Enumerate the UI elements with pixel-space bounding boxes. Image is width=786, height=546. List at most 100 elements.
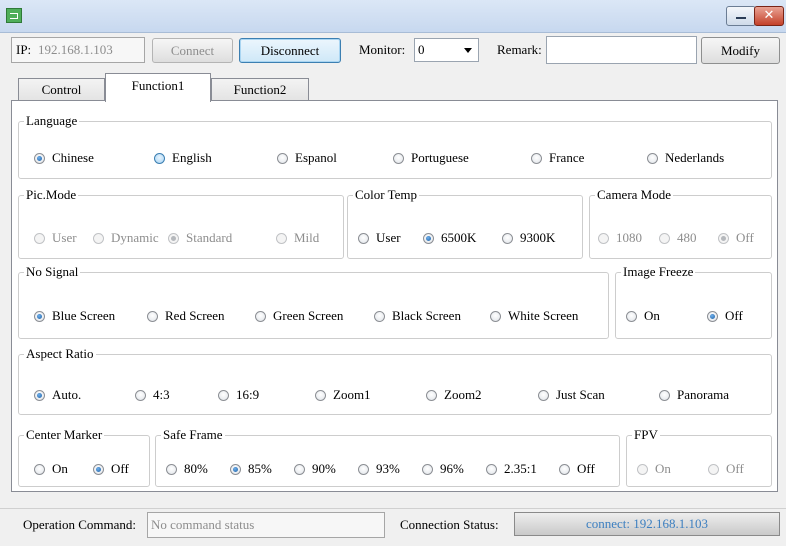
radio-france[interactable]: France [531, 150, 584, 166]
connect-button[interactable]: Connect [152, 38, 233, 63]
radio-nederlands[interactable]: Nederlands [647, 150, 724, 166]
radio-icon [531, 152, 542, 164]
radio-label: User [376, 230, 401, 245]
radio-icon [93, 232, 104, 244]
radio-icon [426, 389, 437, 401]
radio-english[interactable]: English [154, 150, 212, 166]
tab-panel: Language Chinese English Espanol Portugu… [11, 100, 778, 492]
radio-portuguese[interactable]: Portuguese [393, 150, 469, 166]
radio-cam-1080[interactable]: 1080 [598, 230, 642, 246]
group-title: Camera Mode [595, 187, 674, 203]
monitor-label: Monitor: [359, 42, 406, 57]
radio-icon [598, 232, 609, 244]
radio-marker-on[interactable]: On [34, 461, 68, 477]
disconnect-button[interactable]: Disconnect [239, 38, 341, 63]
radio-label: 96% [440, 461, 464, 476]
group-language: Language Chinese English Espanol Portugu… [18, 113, 772, 179]
radio-label: 480 [677, 230, 697, 245]
radio-icon [154, 152, 165, 164]
radio-freeze-off[interactable]: Off [707, 308, 743, 324]
radio-label: 80% [184, 461, 208, 476]
radio-marker-off[interactable]: Off [93, 461, 129, 477]
radio-ct-user[interactable]: User [358, 230, 401, 246]
ip-field[interactable]: IP: 192.168.1.103 [11, 37, 145, 63]
radio-label: 1080 [616, 230, 642, 245]
modify-button[interactable]: Modify [701, 37, 780, 64]
radio-sf-90[interactable]: 90% [294, 461, 336, 477]
group-image-freeze: Image Freeze On Off [615, 264, 772, 339]
group-aspect-ratio: Aspect Ratio Auto. 4:3 16:9 Zoom1 Zoom2 … [18, 346, 772, 415]
radio-icon [393, 152, 404, 164]
radio-freeze-on[interactable]: On [626, 308, 660, 324]
group-title: Language [24, 113, 80, 129]
radio-icon [276, 232, 287, 244]
radio-blue-screen[interactable]: Blue Screen [34, 308, 115, 324]
radio-pic-dynamic[interactable]: Dynamic [93, 230, 159, 246]
tab-function1[interactable]: Function1 [105, 73, 211, 102]
radio-auto[interactable]: Auto. [34, 387, 81, 403]
radio-green-screen[interactable]: Green Screen [255, 308, 343, 324]
radio-cam-off[interactable]: Off [718, 230, 754, 246]
group-color-temp: Color Temp User 6500K 9300K [347, 187, 583, 259]
radio-icon [708, 463, 719, 475]
group-center-marker: Center Marker On Off [18, 427, 150, 487]
radio-red-screen[interactable]: Red Screen [147, 308, 225, 324]
radio-pic-mild[interactable]: Mild [276, 230, 319, 246]
radio-icon [218, 389, 229, 401]
tab-function2[interactable]: Function2 [211, 78, 309, 101]
radio-sf-93[interactable]: 93% [358, 461, 400, 477]
radio-label: Green Screen [273, 308, 344, 323]
radio-icon [538, 389, 549, 401]
radio-label: Off [725, 308, 743, 323]
remark-input[interactable] [546, 36, 697, 64]
radio-label: 85% [248, 461, 272, 476]
tab-control[interactable]: Control [18, 78, 105, 101]
radio-label: Standard [186, 230, 233, 245]
close-button[interactable]: ✕ [754, 6, 784, 26]
radio-panorama[interactable]: Panorama [659, 387, 729, 403]
radio-label: Off [111, 461, 129, 476]
radio-sf-off[interactable]: Off [559, 461, 595, 477]
radio-white-screen[interactable]: White Screen [490, 308, 578, 324]
radio-pic-user[interactable]: User [34, 230, 77, 246]
radio-chinese[interactable]: Chinese [34, 150, 94, 166]
minimize-button[interactable] [726, 6, 756, 26]
radio-black-screen[interactable]: Black Screen [374, 308, 461, 324]
radio-cam-480[interactable]: 480 [659, 230, 697, 246]
group-title: No Signal [24, 264, 81, 280]
radio-zoom1[interactable]: Zoom1 [315, 387, 371, 403]
radio-label: Off [577, 461, 595, 476]
radio-16-9[interactable]: 16:9 [218, 387, 259, 403]
radio-sf-2-35[interactable]: 2.35:1 [486, 461, 537, 477]
radio-espanol[interactable]: Espanol [277, 150, 337, 166]
radio-label: Red Screen [165, 308, 225, 323]
group-no-signal: No Signal Blue Screen Red Screen Green S… [18, 264, 609, 339]
radio-icon [659, 389, 670, 401]
radio-label: Just Scan [556, 387, 605, 402]
ip-value: 192.168.1.103 [38, 42, 113, 57]
radio-icon [637, 463, 648, 475]
radio-icon [374, 310, 385, 322]
radio-just-scan[interactable]: Just Scan [538, 387, 605, 403]
radio-icon [707, 310, 718, 322]
radio-sf-80[interactable]: 80% [166, 461, 208, 477]
radio-icon [168, 232, 179, 244]
radio-label: On [655, 461, 671, 476]
radio-4-3[interactable]: 4:3 [135, 387, 170, 403]
radio-zoom2[interactable]: Zoom2 [426, 387, 482, 403]
radio-icon [166, 463, 177, 475]
radio-fpv-on[interactable]: On [637, 461, 671, 477]
radio-label: 9300K [520, 230, 556, 245]
radio-label: 4:3 [153, 387, 170, 402]
radio-fpv-off[interactable]: Off [708, 461, 744, 477]
monitor-select[interactable]: 0 [414, 38, 479, 62]
ip-label: IP: [16, 42, 32, 57]
group-title: Color Temp [353, 187, 420, 203]
radio-ct-9300k[interactable]: 9300K [502, 230, 555, 246]
radio-sf-96[interactable]: 96% [422, 461, 464, 477]
group-safe-frame: Safe Frame 80% 85% 90% 93% 96% 2.35:1 Of… [155, 427, 620, 487]
radio-ct-6500k[interactable]: 6500K [423, 230, 476, 246]
radio-sf-85[interactable]: 85% [230, 461, 272, 477]
radio-pic-standard[interactable]: Standard [168, 230, 232, 246]
radio-label: English [172, 150, 212, 165]
